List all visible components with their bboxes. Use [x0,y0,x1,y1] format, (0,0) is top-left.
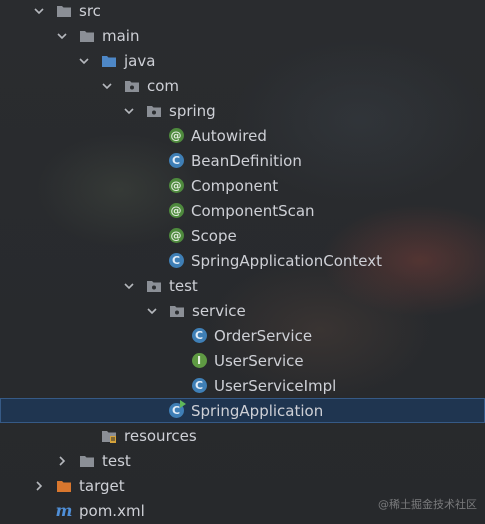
chevron-down-icon[interactable] [123,105,135,117]
interface-glyph: I [191,353,207,368]
tree-item-label: SpringApplication [191,401,324,420]
package-icon [169,303,185,319]
tree-row-beandefinition[interactable]: C BeanDefinition [0,148,485,173]
class-icon: C [168,253,184,269]
class-icon: C [168,153,184,169]
tree-row-com[interactable]: com [0,73,485,98]
tree-row-orderservice[interactable]: C OrderService [0,323,485,348]
tree-item-label: main [102,26,140,45]
chevron-down-icon[interactable] [56,30,68,42]
tree-item-label: src [79,1,101,20]
tree-row-resources[interactable]: resources [0,423,485,448]
package-icon [146,278,162,294]
tree-row-springapplicationcontext[interactable]: C SpringApplicationContext [0,248,485,273]
maven-glyph: m [55,500,73,520]
tree-row-componentscan[interactable]: @ ComponentScan [0,198,485,223]
tree-row-service[interactable]: service [0,298,485,323]
chevron-down-icon[interactable] [33,5,45,17]
run-marker-icon [180,399,186,408]
tree-item-label: service [192,301,246,320]
tree-item-label: ComponentScan [191,201,315,220]
package-icon [124,78,140,94]
tree-item-label: BeanDefinition [191,151,302,170]
tree-row-main[interactable]: main [0,23,485,48]
tree-item-label: target [79,476,125,495]
chevron-down-icon[interactable] [101,80,113,92]
tree-item-label: Component [191,176,279,195]
maven-icon: m [55,500,73,520]
class-glyph: C [191,378,207,393]
tree-row-java[interactable]: java [0,48,485,73]
tree-row-src[interactable]: src [0,0,485,23]
tree-row-userserviceimpl[interactable]: C UserServiceImpl [0,373,485,398]
tree-row-target[interactable]: target [0,473,485,498]
tree-row-springapplication[interactable]: C SpringApplication [0,398,485,423]
package-icon [146,103,162,119]
tree-row-userservice[interactable]: I UserService [0,348,485,373]
folder-icon [56,3,72,19]
tree-row-scope[interactable]: @ Scope [0,223,485,248]
chevron-down-icon[interactable] [123,280,135,292]
tree-item-label: UserService [214,351,304,370]
tree-item-label: pom.xml [79,501,145,520]
folder-icon [79,453,95,469]
annotation-icon: @ [168,128,184,144]
chevron-down-icon[interactable] [78,55,90,67]
annotation-icon: @ [168,178,184,194]
tree-item-label: SpringApplicationContext [191,251,382,270]
tree-item-label: com [147,76,180,95]
excluded-folder-icon [56,478,72,494]
tree-row-test-package[interactable]: test [0,273,485,298]
chevron-down-icon[interactable] [146,305,158,317]
chevron-right-icon[interactable] [33,480,45,492]
watermark: @稀土掘金技术社区 [378,498,477,511]
tree-row-spring[interactable]: spring [0,98,485,123]
class-icon: C [191,328,207,344]
tree-row-test-folder[interactable]: test [0,448,485,473]
tree-item-label: test [169,276,198,295]
source-folder-icon [101,53,117,69]
annotation-glyph: @ [168,228,184,243]
tree-item-label: Autowired [191,126,267,145]
class-glyph: C [168,153,184,168]
annotation-icon: @ [168,228,184,244]
class-glyph: C [191,328,207,343]
class-glyph: C [168,253,184,268]
annotation-glyph: @ [168,128,184,143]
chevron-right-icon[interactable] [56,455,68,467]
interface-icon: I [191,353,207,369]
folder-icon [79,28,95,44]
tree-item-label: resources [124,426,197,445]
tree-row-autowired[interactable]: @ Autowired [0,123,485,148]
annotation-icon: @ [168,203,184,219]
runnable-class-icon: C [168,399,186,419]
tree-item-label: Scope [191,226,237,245]
tree-item-label: OrderService [214,326,313,345]
tree-item-label: UserServiceImpl [214,376,337,395]
tree-item-label: spring [169,101,216,120]
tree-item-label: test [102,451,131,470]
annotation-glyph: @ [168,203,184,218]
tree-row-component[interactable]: @ Component [0,173,485,198]
resources-folder-icon [101,428,117,444]
class-icon: C [191,378,207,394]
annotation-glyph: @ [168,178,184,193]
tree-item-label: java [124,51,156,70]
